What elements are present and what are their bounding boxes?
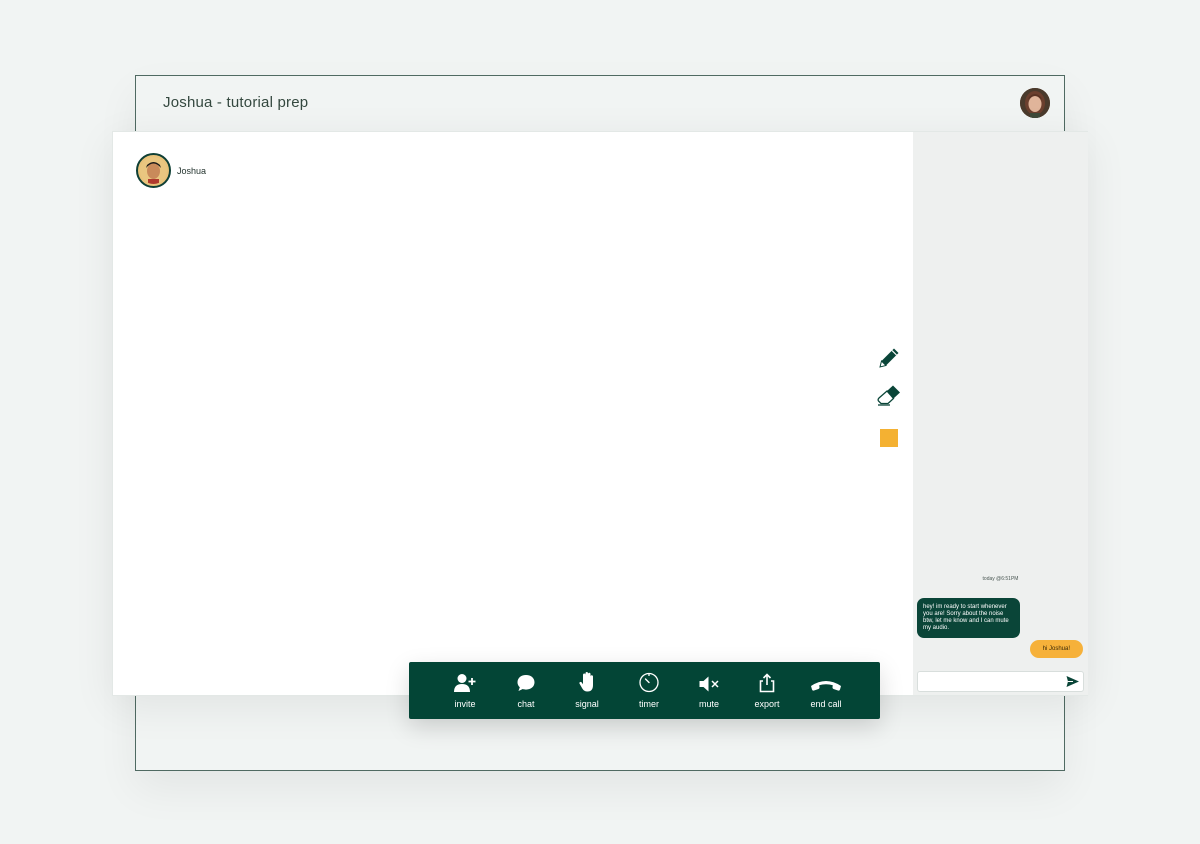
chat-timestamp: today @6:51PM: [982, 576, 1019, 582]
color-swatch: [880, 428, 898, 447]
participant-name: Joshua: [177, 165, 207, 176]
eraser-tool[interactable]: [875, 383, 903, 411]
end-call-icon: [811, 681, 841, 691]
end-call-button[interactable]: end call: [798, 671, 854, 709]
export-label: export: [754, 699, 780, 709]
raised-hand-icon: [579, 672, 593, 692]
pencil-icon: [879, 348, 899, 368]
chat-input-box: [917, 671, 1084, 692]
export-button[interactable]: export: [739, 671, 795, 709]
chat-message-sent: hi Joshua!: [1029, 640, 1083, 658]
send-icon[interactable]: [1065, 674, 1080, 689]
window-title: Joshua - tutorial prep: [163, 94, 309, 111]
eraser-icon: [877, 385, 900, 406]
call-toolbar: invite chat signal timer mute export end…: [409, 662, 880, 719]
invite-label: invite: [454, 699, 476, 709]
chat-button[interactable]: chat: [498, 671, 554, 709]
timer-button[interactable]: timer: [621, 671, 677, 709]
drawing-tools: [875, 344, 903, 461]
signal-label: signal: [575, 699, 599, 709]
speaker-mute-icon: [699, 676, 719, 692]
user-avatar[interactable]: [1020, 88, 1050, 118]
chat-panel: today @6:51PM hey! im ready to start whe…: [913, 132, 1088, 695]
chat-label: chat: [517, 699, 535, 709]
chat-bubble-icon: [517, 675, 535, 691]
participant-tag: Joshua: [136, 153, 206, 188]
timer-label: timer: [639, 699, 659, 709]
chat-message-received: hey! im ready to start whenever you are!…: [917, 598, 1020, 638]
mute-button[interactable]: mute: [681, 671, 737, 709]
share-export-icon: [759, 673, 775, 693]
color-picker[interactable]: [875, 422, 903, 450]
add-user-icon: [454, 674, 476, 692]
chat-input[interactable]: [918, 673, 1058, 692]
invite-button[interactable]: invite: [437, 671, 493, 709]
signal-button[interactable]: signal: [559, 671, 615, 709]
mute-label: mute: [698, 699, 719, 709]
participant-avatar: [136, 153, 171, 188]
pencil-tool[interactable]: [875, 344, 903, 372]
timer-icon: [639, 672, 659, 693]
end-call-label: end call: [810, 699, 842, 709]
whiteboard-stage[interactable]: Joshua today @6:51PM hey! im ready to st…: [112, 131, 1088, 696]
